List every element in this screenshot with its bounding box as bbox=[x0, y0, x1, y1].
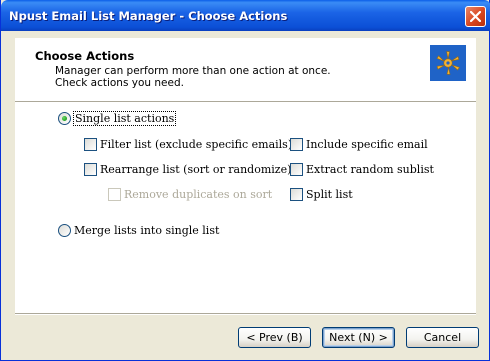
header-description-line-2: Check actions you need. bbox=[55, 77, 184, 89]
window-title: Npust Email List Manager - Choose Action… bbox=[9, 9, 288, 23]
merge-lists-radio[interactable] bbox=[58, 224, 71, 237]
next-button[interactable]: Next (N) > bbox=[322, 327, 395, 348]
single-list-actions-radio[interactable] bbox=[58, 112, 71, 125]
close-button[interactable] bbox=[465, 6, 486, 27]
radio-merge-lists[interactable]: Merge lists into single list bbox=[58, 224, 219, 237]
footer-separator bbox=[15, 313, 476, 315]
checkbox-filter-list[interactable]: Filter list (exclude specific emails) bbox=[84, 138, 292, 151]
dialog-window: Npust Email List Manager - Choose Action… bbox=[0, 0, 490, 361]
filter-list-label[interactable]: Filter list (exclude specific emails) bbox=[100, 138, 292, 151]
rearrange-list-checkbox[interactable] bbox=[84, 163, 97, 176]
split-list-checkbox[interactable] bbox=[290, 188, 303, 201]
cancel-button[interactable]: Cancel bbox=[406, 327, 479, 348]
options-panel bbox=[15, 102, 476, 314]
app-logo-icon bbox=[436, 51, 460, 75]
prev-button[interactable]: < Prev (B) bbox=[238, 327, 311, 348]
app-logo bbox=[430, 45, 466, 81]
single-list-actions-label[interactable]: Single list actions bbox=[72, 111, 177, 126]
checkbox-remove-duplicates: Remove duplicates on sort bbox=[108, 188, 272, 201]
checkbox-rearrange-list[interactable]: Rearrange list (sort or randomize) bbox=[84, 163, 291, 176]
split-list-label[interactable]: Split list bbox=[306, 188, 353, 201]
header-title: Choose Actions bbox=[35, 49, 135, 63]
include-specific-email-checkbox[interactable] bbox=[290, 138, 303, 151]
close-icon bbox=[470, 11, 481, 22]
radio-single-list-actions[interactable]: Single list actions bbox=[58, 111, 177, 126]
extract-random-sublist-label[interactable]: Extract random sublist bbox=[306, 163, 434, 176]
rearrange-list-label[interactable]: Rearrange list (sort or randomize) bbox=[100, 163, 291, 176]
remove-duplicates-label: Remove duplicates on sort bbox=[124, 188, 273, 201]
title-bar[interactable]: Npust Email List Manager - Choose Action… bbox=[1, 0, 490, 31]
remove-duplicates-checkbox bbox=[108, 188, 121, 201]
filter-list-checkbox[interactable] bbox=[84, 138, 97, 151]
checkbox-extract-random-sublist[interactable]: Extract random sublist bbox=[290, 163, 434, 176]
wizard-header: Choose Actions Manager can perform more … bbox=[15, 38, 476, 102]
extract-random-sublist-checkbox[interactable] bbox=[290, 163, 303, 176]
merge-lists-label[interactable]: Merge lists into single list bbox=[74, 224, 219, 237]
include-specific-email-label[interactable]: Include specific email bbox=[306, 138, 428, 151]
header-description-line-1: Manager can perform more than one action… bbox=[55, 65, 331, 77]
checkbox-include-specific-email[interactable]: Include specific email bbox=[290, 138, 428, 151]
checkbox-split-list[interactable]: Split list bbox=[290, 188, 353, 201]
